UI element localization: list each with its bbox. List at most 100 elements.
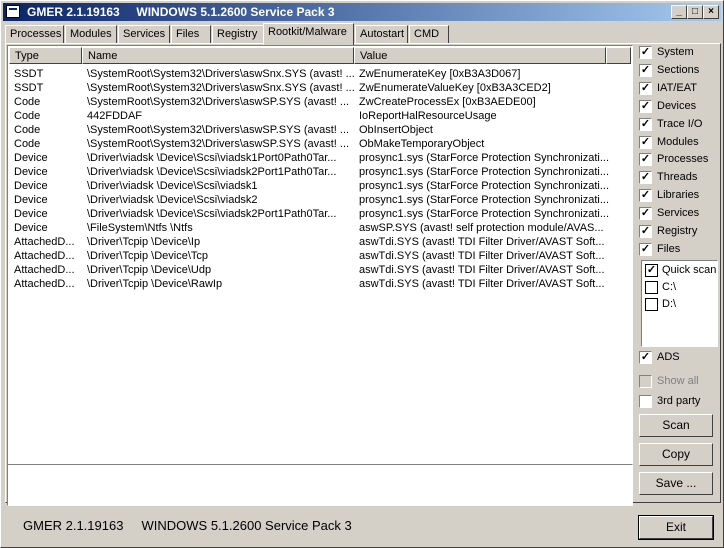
cell-type: SSDT	[14, 68, 44, 80]
column-value[interactable]: Value	[354, 47, 606, 64]
table-row[interactable]: Device \FileSystem\Ntfs \Ntfs aswSP.SYS (a…	[9, 221, 631, 235]
cell-type: AttachedD...	[14, 236, 75, 248]
sections-label: Sections	[657, 63, 700, 76]
cell-type: Device	[14, 208, 48, 220]
cell-type: SSDT	[14, 82, 44, 94]
tab-files[interactable]: Files	[171, 25, 211, 44]
tab-autostart[interactable]: Autostart	[355, 25, 408, 44]
files-label: Files	[657, 242, 681, 255]
table-row[interactable]: Device \Driver\viadsk \Device\Scsi\viadsk…	[9, 193, 631, 207]
cell-type: Code	[14, 138, 41, 150]
gmer-window: GMER 2.1.19163 WINDOWS 5.1.2600 Service …	[0, 0, 724, 548]
modules-checkbox[interactable]: ✓	[639, 135, 652, 149]
cell-type: Code	[14, 96, 41, 108]
list-header: Type Name Value	[9, 47, 631, 64]
cell-name: \Driver\viadsk \Device\Scsi\viadsk1	[87, 180, 258, 192]
drive-c-checkbox[interactable]	[645, 281, 658, 294]
cell-name: \SystemRoot\System32\Drivers\aswSP.SYS (…	[87, 124, 350, 136]
cell-type: Device	[14, 180, 48, 192]
table-row[interactable]: Code \SystemRoot\System32\Drivers\aswSP.S…	[9, 123, 631, 137]
table-row[interactable]: Device \Driver\viadsk \Device\Scsi\viadsk…	[9, 179, 631, 193]
quick-scan-checkbox[interactable]: ✓	[645, 264, 658, 277]
ads-label: ADS	[657, 351, 680, 363]
column-type[interactable]: Type	[9, 47, 82, 64]
libraries-checkbox[interactable]: ✓	[639, 189, 652, 203]
third-party-label: 3rd party	[657, 395, 701, 407]
third-party-checkbox[interactable]	[639, 395, 652, 408]
tab-rootkit-malware[interactable]: Rootkit/Malware	[263, 23, 354, 45]
tab-cmd[interactable]: CMD	[409, 25, 449, 44]
cell-type: Code	[14, 124, 41, 136]
scan-button[interactable]: Scan	[639, 414, 713, 437]
system-checkbox[interactable]: ✓	[639, 46, 652, 59]
threads-checkbox[interactable]: ✓	[639, 171, 652, 185]
registry-label: Registry	[657, 225, 698, 237]
drive-d-label: D:\	[662, 298, 677, 310]
drive-list[interactable]: ✓ Quick scan C:\ D:\	[641, 260, 718, 347]
devices-checkbox[interactable]: ✓	[639, 99, 652, 113]
minimize-button[interactable]: _	[671, 5, 687, 19]
table-row[interactable]: Device \Driver\viadsk \Device\Scsi\viadsk…	[9, 151, 631, 165]
table-row[interactable]: Code 442FDDAF IoReportHalResourceUsage	[9, 109, 631, 123]
table-row[interactable]: SSDT \SystemRoot\System32\Drivers\aswSnx.…	[9, 81, 631, 95]
cell-name: \SystemRoot\System32\Drivers\aswSnx.SYS …	[87, 82, 355, 94]
services-label: Services	[657, 207, 700, 220]
maximize-button[interactable]: □	[687, 5, 703, 19]
quick-scan-label: Quick scan	[662, 264, 717, 276]
processes-checkbox[interactable]: ✓	[639, 153, 652, 167]
cell-value: aswSP.SYS (avast! self protection module…	[359, 222, 604, 234]
drive-d-checkbox[interactable]	[645, 298, 658, 311]
cell-name: \Driver\Tcpip \Device\RawIp	[87, 278, 223, 290]
app-icon[interactable]	[6, 5, 20, 18]
table-row[interactable]: AttachedD... \Driver\Tcpip \Device\Udp asw…	[9, 263, 631, 277]
cell-name: \SystemRoot\System32\Drivers\aswSP.SYS (…	[87, 138, 350, 150]
column-filler	[606, 47, 631, 64]
processes-label: Processes	[657, 153, 709, 166]
show-all-label: Show all	[657, 375, 699, 387]
cell-name: \SystemRoot\System32\Drivers\aswSnx.SYS …	[87, 68, 355, 80]
files-checkbox[interactable]: ✓	[639, 242, 652, 256]
sections-checkbox[interactable]: ✓	[639, 63, 652, 77]
window-title: GMER 2.1.19163 WINDOWS 5.1.2600 Service …	[27, 5, 335, 19]
cell-value: ZwCreateProcessEx [0xB3AEDE00]	[359, 96, 536, 108]
tab-modules[interactable]: Modules	[65, 25, 117, 44]
table-row[interactable]: SSDT \SystemRoot\System32\Drivers\aswSnx.…	[9, 67, 631, 81]
ads-checkbox[interactable]: ✓	[639, 351, 652, 364]
services-checkbox[interactable]: ✓	[639, 207, 652, 221]
exit-button[interactable]: Exit	[638, 515, 714, 540]
cell-type: AttachedD...	[14, 250, 75, 262]
cell-value: IoReportHalResourceUsage	[359, 110, 497, 122]
title-bar[interactable]: GMER 2.1.19163 WINDOWS 5.1.2600 Service …	[3, 3, 721, 21]
cell-value: ObMakeTemporaryObject	[359, 138, 485, 150]
drive-c-label: C:\	[662, 281, 677, 293]
libraries-label: Libraries	[657, 189, 700, 202]
cell-value: aswTdi.SYS (avast! TDI Filter Driver/AVA…	[359, 236, 605, 248]
close-button[interactable]: ×	[703, 5, 719, 19]
registry-checkbox[interactable]: ✓	[639, 225, 652, 238]
cell-name: \Driver\viadsk \Device\Scsi\viadsk1Port0…	[87, 152, 337, 164]
table-row[interactable]: AttachedD... \Driver\Tcpip \Device\RawIp a…	[9, 277, 631, 291]
table-row[interactable]: Code \SystemRoot\System32\Drivers\aswSP.S…	[9, 95, 631, 109]
table-row[interactable]: Device \Driver\viadsk \Device\Scsi\viadsk…	[9, 165, 631, 179]
cell-name: \Driver\Tcpip \Device\Ip	[87, 236, 201, 248]
cell-value: ZwEnumerateValueKey [0xB3A3CED2]	[359, 82, 551, 94]
table-row[interactable]: Code \SystemRoot\System32\Drivers\aswSP.S…	[9, 137, 631, 151]
trace-i-o-checkbox[interactable]: ✓	[639, 117, 652, 131]
threads-label: Threads	[657, 171, 698, 184]
save-button[interactable]: Save ...	[639, 472, 713, 495]
results-list[interactable]: Type Name Value SSDT \SystemRoot\System32…	[7, 45, 633, 465]
iat-eat-checkbox[interactable]: ✓	[639, 81, 652, 95]
table-row[interactable]: AttachedD... \Driver\Tcpip \Device\Tcp asw…	[9, 249, 631, 263]
tab-services[interactable]: Services	[118, 25, 170, 44]
cell-value: aswTdi.SYS (avast! TDI Filter Driver/AVA…	[359, 278, 605, 290]
table-row[interactable]: Device \Driver\viadsk \Device\Scsi\viadsk…	[9, 207, 631, 221]
copy-button[interactable]: Copy	[639, 443, 713, 466]
column-name[interactable]: Name	[82, 47, 354, 64]
cell-value: ZwEnumerateKey [0xB3A3D067]	[359, 68, 521, 80]
info-box[interactable]	[7, 464, 633, 506]
cell-name: \FileSystem\Ntfs \Ntfs	[87, 222, 193, 234]
table-row[interactable]: AttachedD... \Driver\Tcpip \Device\Ip aswT…	[9, 235, 631, 249]
tab-processes[interactable]: Processes	[5, 25, 64, 44]
cell-value: prosync1.sys (StarForce Protection Synch…	[359, 152, 610, 164]
tab-registry[interactable]: Registry	[212, 25, 264, 44]
